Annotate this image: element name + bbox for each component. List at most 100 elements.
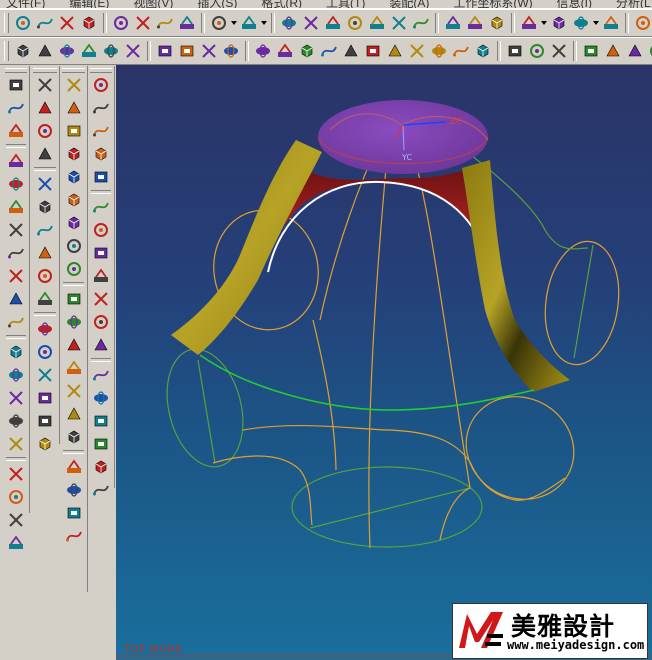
unite-icon[interactable] bbox=[35, 434, 55, 454]
offset-curve-icon[interactable] bbox=[363, 41, 383, 61]
menu-item-1[interactable]: 编辑(E) bbox=[69, 0, 109, 8]
arc-icon[interactable] bbox=[57, 41, 77, 61]
zoom-icon[interactable] bbox=[345, 13, 365, 33]
circle-icon[interactable] bbox=[79, 41, 99, 61]
perspective-icon[interactable] bbox=[411, 13, 431, 33]
trim-sheet-icon[interactable] bbox=[35, 289, 55, 309]
through-mesh-icon[interactable] bbox=[35, 98, 55, 118]
swept-surface-icon[interactable] bbox=[35, 121, 55, 141]
block-icon[interactable] bbox=[64, 457, 84, 477]
dropdown-arrow-icon[interactable] bbox=[230, 13, 238, 33]
through-curves-icon[interactable] bbox=[35, 75, 55, 95]
intersect-icon[interactable] bbox=[91, 457, 111, 477]
subtract-icon[interactable] bbox=[91, 480, 111, 500]
cone-icon[interactable] bbox=[64, 503, 84, 523]
curve-sketch-icon[interactable] bbox=[253, 41, 273, 61]
boss-icon[interactable] bbox=[6, 266, 26, 286]
measure-distance-icon[interactable] bbox=[64, 259, 84, 279]
dropdown-arrow-icon[interactable] bbox=[592, 13, 600, 33]
shell-icon[interactable] bbox=[6, 411, 26, 431]
emboss-icon[interactable] bbox=[91, 312, 111, 332]
edit-curve-icon[interactable] bbox=[549, 41, 569, 61]
intersect-curve-icon[interactable] bbox=[429, 41, 449, 61]
tube-icon[interactable] bbox=[6, 220, 26, 240]
groove-icon[interactable] bbox=[91, 365, 111, 385]
curve-length-icon[interactable] bbox=[527, 41, 547, 61]
menu-item-4[interactable]: 格式(R) bbox=[261, 0, 302, 8]
cylinder-icon[interactable] bbox=[64, 480, 84, 500]
thread-icon[interactable] bbox=[91, 335, 111, 355]
reflection-icon[interactable] bbox=[64, 381, 84, 401]
line-icon[interactable] bbox=[35, 41, 55, 61]
cut-icon[interactable] bbox=[111, 13, 131, 33]
ellipse-icon[interactable] bbox=[221, 41, 241, 61]
fit-view-icon[interactable] bbox=[279, 13, 299, 33]
print-icon[interactable] bbox=[79, 13, 99, 33]
face-blend-icon[interactable] bbox=[6, 365, 26, 385]
draft-analysis-icon[interactable] bbox=[64, 427, 84, 447]
combined-curve-icon[interactable] bbox=[603, 41, 623, 61]
polygon-icon[interactable] bbox=[199, 41, 219, 61]
pad-icon[interactable] bbox=[6, 312, 26, 332]
menu-item-5[interactable]: 工具(T) bbox=[326, 0, 365, 8]
color-icon[interactable] bbox=[465, 13, 485, 33]
point-set-icon[interactable] bbox=[275, 41, 295, 61]
sketch-icon[interactable] bbox=[6, 75, 26, 95]
sweep-icon[interactable] bbox=[6, 197, 26, 217]
reorder-icon[interactable] bbox=[64, 121, 84, 141]
tube-primitive-icon[interactable] bbox=[91, 167, 111, 187]
block-primitive-icon[interactable] bbox=[91, 75, 111, 95]
pan-icon[interactable] bbox=[323, 13, 343, 33]
extrude-icon[interactable] bbox=[6, 151, 26, 171]
wire-icon[interactable] bbox=[633, 13, 652, 33]
unsuppress-icon[interactable] bbox=[64, 167, 84, 187]
suppress-icon[interactable] bbox=[64, 144, 84, 164]
save-icon[interactable] bbox=[57, 13, 77, 33]
law-curve-icon[interactable] bbox=[341, 41, 361, 61]
boolean-icon[interactable] bbox=[91, 434, 111, 454]
shaded-icon[interactable] bbox=[601, 13, 621, 33]
trim-curve-icon[interactable] bbox=[647, 41, 652, 61]
menu-item-0[interactable]: 文件(F) bbox=[6, 0, 45, 8]
thicken-icon[interactable] bbox=[35, 342, 55, 362]
slope-icon[interactable] bbox=[64, 404, 84, 424]
ruled-surface-icon[interactable] bbox=[35, 144, 55, 164]
bounded-plane-icon[interactable] bbox=[35, 197, 55, 217]
cylinder-primitive-icon[interactable] bbox=[91, 98, 111, 118]
offset-face-icon[interactable] bbox=[91, 289, 111, 309]
wrap-curve-icon[interactable] bbox=[505, 41, 525, 61]
menu-item-3[interactable]: 插入(S) bbox=[197, 0, 237, 8]
offset-surface-icon[interactable] bbox=[35, 220, 55, 240]
feature-playback-icon[interactable] bbox=[6, 533, 26, 553]
undo-icon[interactable] bbox=[209, 13, 229, 33]
revolve-icon[interactable] bbox=[6, 174, 26, 194]
mirror-icon[interactable] bbox=[91, 220, 111, 240]
join-curve-icon[interactable] bbox=[581, 41, 601, 61]
sphere-primitive-icon[interactable] bbox=[91, 144, 111, 164]
trim-body-icon[interactable] bbox=[6, 464, 26, 484]
toolbar-grip[interactable] bbox=[33, 68, 57, 73]
sphere-icon[interactable] bbox=[64, 526, 84, 546]
copy-icon[interactable] bbox=[133, 13, 153, 33]
chamfer-icon[interactable] bbox=[123, 41, 143, 61]
n-sided-surface-icon[interactable] bbox=[35, 174, 55, 194]
quilt-icon[interactable] bbox=[35, 266, 55, 286]
extension-icon[interactable] bbox=[35, 243, 55, 263]
datum-plane-icon[interactable] bbox=[6, 98, 26, 118]
curvature-icon[interactable] bbox=[64, 335, 84, 355]
patch-icon[interactable] bbox=[6, 510, 26, 530]
selection-filter-icon[interactable] bbox=[571, 13, 591, 33]
dropdown-arrow-icon[interactable] bbox=[260, 13, 268, 33]
pattern-icon[interactable] bbox=[91, 197, 111, 217]
toolbar-grip[interactable] bbox=[5, 68, 27, 73]
x-form-icon[interactable] bbox=[35, 365, 55, 385]
menu-item-6[interactable]: 装配(A) bbox=[389, 0, 429, 8]
delete-icon[interactable] bbox=[177, 13, 197, 33]
toolbar-grip[interactable] bbox=[4, 41, 9, 61]
hole-icon[interactable] bbox=[6, 243, 26, 263]
menu-item-7[interactable]: 工作坐标系(W) bbox=[453, 0, 532, 8]
menu-item-9[interactable]: 分析(L) bbox=[616, 0, 652, 8]
draft-icon[interactable] bbox=[6, 434, 26, 454]
sew-icon[interactable] bbox=[35, 319, 55, 339]
layer-icon[interactable] bbox=[487, 13, 507, 33]
